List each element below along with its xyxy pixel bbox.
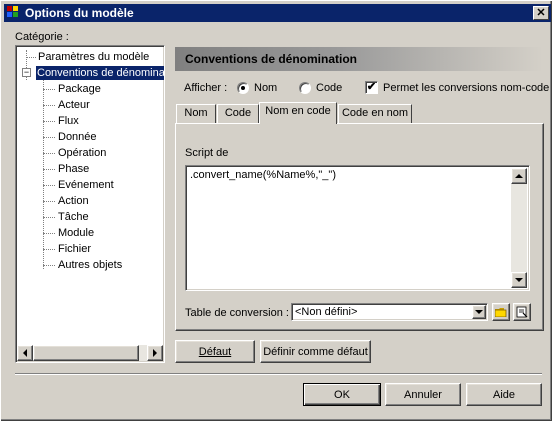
tree-connector	[43, 249, 55, 250]
tree-horizontal-scrollbar[interactable]	[17, 345, 163, 361]
tree-connector	[43, 217, 55, 218]
radio-name[interactable]	[237, 82, 249, 94]
script-editor[interactable]: .convert_name(%Name%,"_")	[185, 165, 530, 291]
cancel-button[interactable]: Annuler	[385, 383, 461, 406]
close-button[interactable]: ✕	[533, 6, 549, 20]
scroll-up-button[interactable]	[511, 168, 527, 184]
title-bar[interactable]: Options du modèle ✕	[4, 4, 551, 22]
scroll-down-button[interactable]	[511, 272, 527, 288]
tree-item-action[interactable]: Action	[58, 194, 89, 208]
properties-button[interactable]	[513, 303, 531, 321]
set-as-default-button[interactable]: Définir comme défaut	[260, 340, 371, 363]
radio-code-label[interactable]: Code	[316, 82, 342, 94]
script-text[interactable]: .convert_name(%Name%,"_")	[190, 169, 336, 181]
tab-code-to-name[interactable]: Code en nom	[338, 104, 412, 124]
category-label: Catégorie :	[15, 31, 69, 43]
allow-conversion-checkbox[interactable]: ✔	[365, 81, 378, 94]
folder-icon	[495, 308, 507, 317]
scroll-right-button[interactable]	[147, 345, 163, 361]
tree-item-model-params[interactable]: Paramètres du modèle	[38, 50, 149, 64]
arrow-right-icon	[153, 349, 157, 357]
tree-connector	[43, 185, 55, 186]
tree-item-other-objects[interactable]: Autres objets	[58, 258, 122, 272]
chevron-down-icon	[475, 310, 483, 314]
close-icon: ✕	[536, 6, 546, 19]
radio-name-label[interactable]: Nom	[254, 82, 277, 94]
help-button[interactable]: Aide	[466, 383, 542, 406]
window-title: Options du modèle	[25, 6, 134, 20]
arrow-left-icon	[23, 349, 27, 357]
minus-icon: −	[23, 67, 30, 77]
tree-item-file[interactable]: Fichier	[58, 242, 91, 256]
section-title: Conventions de dénomination	[185, 52, 358, 66]
display-label: Afficher :	[184, 82, 228, 94]
conversion-table-select[interactable]: <Non défini>	[291, 303, 488, 321]
script-label: Script de	[185, 147, 229, 159]
collapse-toggle[interactable]: −	[22, 68, 31, 77]
properties-icon	[516, 306, 528, 318]
tree-connector	[43, 201, 55, 202]
tree-item-module[interactable]: Module	[58, 226, 94, 240]
tree-connector	[43, 137, 55, 138]
tree-item-package[interactable]: Package	[58, 82, 101, 96]
script-vertical-scrollbar[interactable]	[511, 168, 527, 288]
tree-connector	[26, 57, 36, 58]
browse-folder-button[interactable]	[492, 303, 510, 321]
tree-item-operation[interactable]: Opération	[58, 146, 106, 160]
radio-code[interactable]	[299, 82, 311, 94]
scroll-left-button[interactable]	[17, 345, 33, 361]
tree-connector	[43, 80, 44, 269]
tree-item-phase[interactable]: Phase	[58, 162, 89, 176]
ok-button[interactable]: OK	[303, 383, 381, 406]
tree-connector	[43, 121, 55, 122]
tree-connector	[43, 89, 55, 90]
default-button[interactable]: Défaut	[175, 340, 255, 363]
arrow-up-icon	[515, 174, 523, 178]
tree-item-data[interactable]: Donnée	[58, 130, 97, 144]
allow-conversion-label[interactable]: Permet les conversions nom-code	[383, 82, 549, 94]
tree-connector	[43, 233, 55, 234]
checkmark-icon: ✔	[366, 81, 377, 93]
tree-connector	[43, 265, 55, 266]
conversion-table-label: Table de conversion :	[185, 307, 289, 319]
options-dialog: Options du modèle ✕ Catégorie : − Paramè…	[0, 0, 553, 422]
tree-item-flow[interactable]: Flux	[58, 114, 79, 128]
dropdown-button[interactable]	[472, 305, 486, 319]
tree-connector	[43, 153, 55, 154]
tree-item-actor[interactable]: Acteur	[58, 98, 90, 112]
tab-code[interactable]: Code	[217, 104, 259, 124]
tree-item-task[interactable]: Tâche	[58, 210, 89, 224]
conversion-table-value: <Non défini>	[295, 306, 358, 318]
tree-connector	[43, 105, 55, 106]
separator	[15, 373, 542, 375]
scroll-thumb[interactable]	[33, 345, 139, 361]
tree-item-naming-conventions[interactable]: Conventions de dénomination	[36, 66, 164, 80]
tree-item-event[interactable]: Evénement	[58, 178, 114, 192]
app-icon	[7, 6, 21, 20]
category-tree[interactable]: − Paramètres du modèle Conventions de dé…	[15, 45, 165, 363]
arrow-down-icon	[515, 278, 523, 282]
section-header: Conventions de dénomination	[175, 47, 543, 71]
tab-name[interactable]: Nom	[176, 104, 216, 124]
tab-name-to-code[interactable]: Nom en code	[259, 102, 337, 124]
tree-connector	[43, 169, 55, 170]
